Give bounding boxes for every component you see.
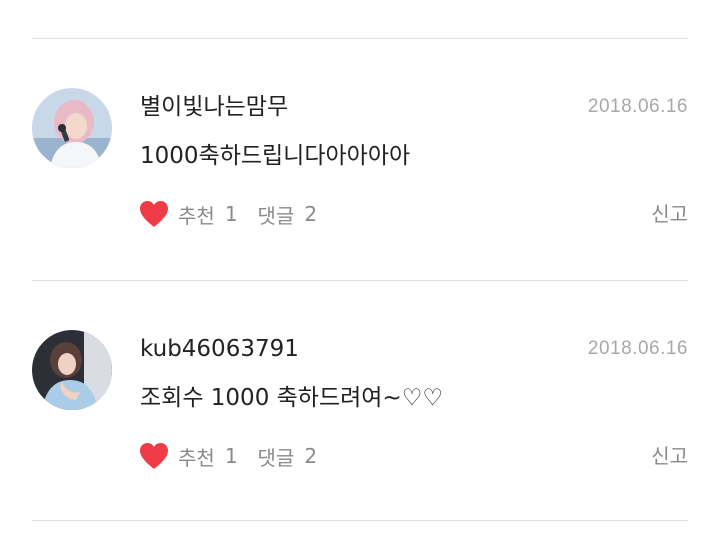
avatar-image-2 — [32, 330, 112, 410]
reply-button[interactable]: 댓글 2 — [258, 442, 318, 471]
like-count: 1 — [224, 202, 238, 226]
avatar[interactable] — [32, 88, 112, 168]
report-button[interactable]: 신고 — [651, 200, 688, 228]
comment-actions: 추천 1 댓글 2 — [138, 198, 317, 230]
like-label: 추천 — [178, 445, 215, 470]
avatar-image-1 — [32, 88, 112, 168]
divider-bottom — [32, 520, 688, 521]
report-button[interactable]: 신고 — [651, 442, 688, 470]
comment-actions: 추천 1 댓글 2 — [138, 440, 317, 472]
reply-count: 2 — [304, 202, 318, 226]
comment-item: 별이빛나는맘무 2018.06.16 1000축하드립니다아아아아 추천 1 댓… — [0, 60, 720, 260]
heart-icon — [138, 199, 170, 229]
reply-count: 2 — [304, 444, 318, 468]
comment-text: 조회수 1000 축하드려여~♡♡ — [140, 385, 443, 411]
like-count: 1 — [224, 444, 238, 468]
reply-button[interactable]: 댓글 2 — [258, 200, 318, 229]
reply-label: 댓글 — [257, 445, 295, 470]
divider-top — [32, 38, 688, 39]
divider-middle — [32, 280, 688, 281]
comment-date: 2018.06.16 — [587, 338, 688, 359]
avatar[interactable] — [32, 330, 112, 410]
like-button[interactable]: 추천 1 — [138, 441, 238, 471]
like-button[interactable]: 추천 1 — [138, 199, 238, 229]
reply-label: 댓글 — [257, 203, 295, 228]
username[interactable]: kub46063791 — [140, 333, 299, 365]
heart-icon — [138, 441, 170, 471]
comment-date: 2018.06.16 — [587, 96, 688, 117]
comment-item: kub46063791 2018.06.16 조회수 1000 축하드려여~♡♡… — [0, 302, 720, 502]
like-label: 추천 — [178, 203, 215, 228]
comment-text: 1000축하드립니다아아아아 — [140, 143, 411, 169]
username[interactable]: 별이빛나는맘무 — [140, 91, 288, 123]
